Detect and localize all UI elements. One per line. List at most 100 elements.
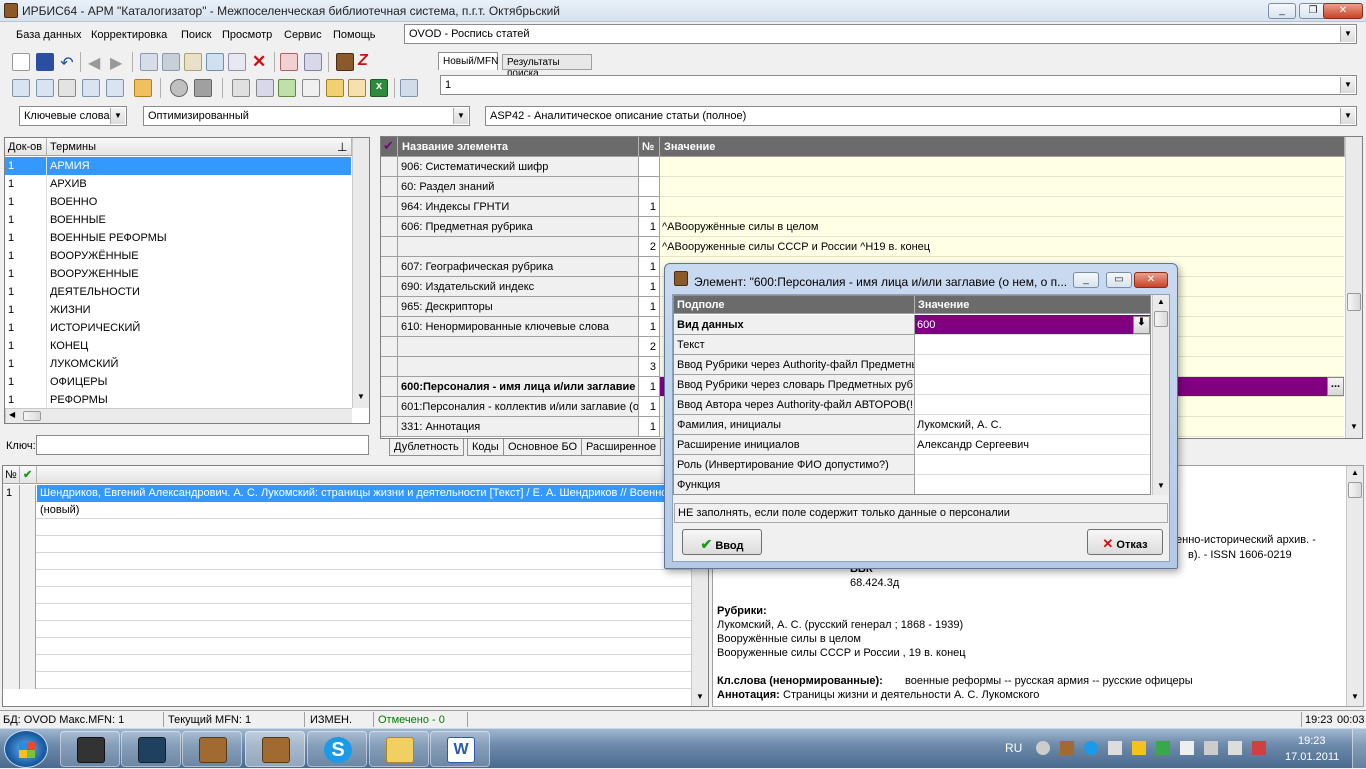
tray-update-icon[interactable] [1156,741,1170,755]
worksheet-select[interactable]: ASP42 - Аналитическое описание статьи (п… [485,106,1357,126]
record-mark[interactable] [20,587,36,604]
record-mark[interactable] [20,638,36,655]
subfield-value[interactable]: Александр Сергеевич [915,435,1150,455]
dialog-close-button[interactable]: ✕ [1134,272,1168,288]
menu-search[interactable]: Поиск [181,29,211,41]
tray-speaker-icon[interactable] [1228,741,1242,755]
tab-duplicates[interactable]: Дублетность [389,439,464,456]
vscroll-thumb[interactable] [1154,311,1168,327]
scroll-down-icon[interactable]: ▼ [1350,422,1358,431]
run-icon[interactable] [278,79,296,97]
dialog-maximize-button[interactable]: ▭ [1106,272,1132,288]
ok-button[interactable]: ✔ Ввод [682,529,762,555]
col-name-header[interactable]: Название элемента [398,137,639,157]
record-row[interactable] [3,604,693,621]
vscroll-thumb[interactable] [1348,482,1362,498]
tab-new-mfn[interactable]: Новый/MFN [438,52,498,70]
dictionary-row[interactable]: 1 ВОЕННО [5,193,351,211]
tray-flag-icon[interactable] [1180,741,1194,755]
scroll-down-icon[interactable]: ▼ [696,692,704,701]
scroll-down-icon[interactable]: ▼ [1157,481,1165,490]
vscroll-thumb[interactable] [1347,293,1361,311]
database-select[interactable]: OVOD - Роспись статей ▼ [404,24,1357,44]
subfield-value[interactable] [915,475,1150,494]
print-icon[interactable] [232,79,250,97]
settings-icon[interactable] [400,79,418,97]
subfield-value[interactable] [915,455,1150,475]
col-subfield-header[interactable]: Подполе [674,296,915,314]
subfield-row[interactable]: Вид данных 600 [674,315,1150,335]
tab-search-results[interactable]: Результаты поиска [502,54,592,79]
tab-extended[interactable]: Расширенное [581,439,662,456]
import-icon[interactable] [280,53,298,71]
subfield-row[interactable]: Ввод Автора через Authority-файл АВТОРОВ… [674,395,1150,415]
pin-icon[interactable]: ⊥ [337,140,347,154]
records-mark-header[interactable]: ✔ [20,466,37,484]
record-row[interactable] [3,587,693,604]
undo-icon[interactable]: ↶ [58,53,76,72]
dictionary-row[interactable]: 1 КОНЕЦ [5,337,351,355]
ellipsis-button[interactable]: ... [1327,377,1344,396]
dictionary-row[interactable]: 1 ВООРУЖЁННЫЕ [5,247,351,265]
search-form-icon[interactable] [36,79,54,97]
document-icon[interactable] [302,79,320,97]
col-num-header[interactable]: № [639,137,660,157]
browse-icon[interactable] [82,79,100,97]
taskbar-skype[interactable]: S [307,731,367,767]
dictionary-row[interactable]: 1 АРМИЯ [5,157,351,175]
cancel-button[interactable]: ✕ Отказ [1087,529,1163,555]
filter-icon[interactable] [58,79,76,97]
clock-date[interactable]: 17.01.2011 [1285,751,1339,763]
taskbar-kmplayer[interactable] [121,731,181,767]
element-value[interactable]: ^AВооруженные силы СССР и России ^H19 в.… [660,237,1344,257]
record-mark[interactable] [20,570,36,587]
tab-main-bo[interactable]: Основное БО [503,439,583,456]
tray-power-icon[interactable] [1132,741,1146,755]
dropdown-arrow-icon[interactable]: ⬇ [1133,316,1150,334]
elements-vscroll[interactable]: ▼ [1345,137,1362,438]
element-value[interactable] [660,177,1344,197]
duplicate-icon[interactable] [184,53,202,71]
element-row[interactable]: 2 ^AВооруженные силы СССР и России ^H19 в… [381,237,1344,257]
mfn-select[interactable]: 1 ▼ [440,75,1357,95]
subfield-row[interactable]: Ввод Рубрики через Authority-файл Предме… [674,355,1150,375]
taskbar-word[interactable]: W [430,731,490,767]
hand-icon[interactable] [134,79,152,97]
record-row[interactable] [3,638,693,655]
subfield-row[interactable]: Роль (Инвертирование ФИО допустимо?) [674,455,1150,475]
copy-record-icon[interactable] [140,53,158,71]
menu-view[interactable]: Просмотр [222,29,272,41]
element-value[interactable] [660,157,1344,177]
tray-volume-icon[interactable] [1108,741,1122,755]
hscroll-thumb[interactable] [23,411,41,421]
taskbar-irbis[interactable] [182,731,242,767]
record-mark[interactable] [20,672,36,689]
tray-skype-icon[interactable] [1084,741,1098,755]
language-indicator[interactable]: RU [1005,741,1022,755]
subfield-value[interactable] [915,395,1150,415]
record-row[interactable] [3,570,693,587]
minimize-button[interactable]: _ [1268,3,1296,19]
dictionary-row[interactable]: 1 ЛУКОМСКИЙ [5,355,351,373]
element-row[interactable]: 606: Предметная рубрика 1 ^AВооружённые си… [381,217,1344,237]
tray-network-warning-icon[interactable] [1252,741,1266,755]
col-subvalue-header[interactable]: Значение [915,296,1150,314]
record-row[interactable] [3,536,693,553]
global-correction-icon[interactable] [170,79,188,97]
list-icon[interactable] [206,53,224,71]
record-row[interactable] [3,655,693,672]
tray-network-icon[interactable] [1036,741,1050,755]
record-mark[interactable] [20,502,36,519]
element-value[interactable] [660,197,1344,217]
subfield-row[interactable]: Текст [674,335,1150,355]
menu-database[interactable]: База данных [16,29,82,41]
export-icon[interactable] [304,53,322,71]
taskbar-explorer[interactable] [369,731,429,767]
grid-icon[interactable] [162,53,180,71]
scroll-up-icon[interactable]: ▲ [1351,468,1359,477]
dictionary-row[interactable]: 1 АРХИВ [5,175,351,193]
scroll-left-icon[interactable]: ◀ [9,410,15,419]
element-value[interactable]: ^AВооружённые силы в целом [660,217,1344,237]
open-folder-icon[interactable] [326,79,344,97]
dictionary-vscroll[interactable]: ▼ [352,138,369,408]
